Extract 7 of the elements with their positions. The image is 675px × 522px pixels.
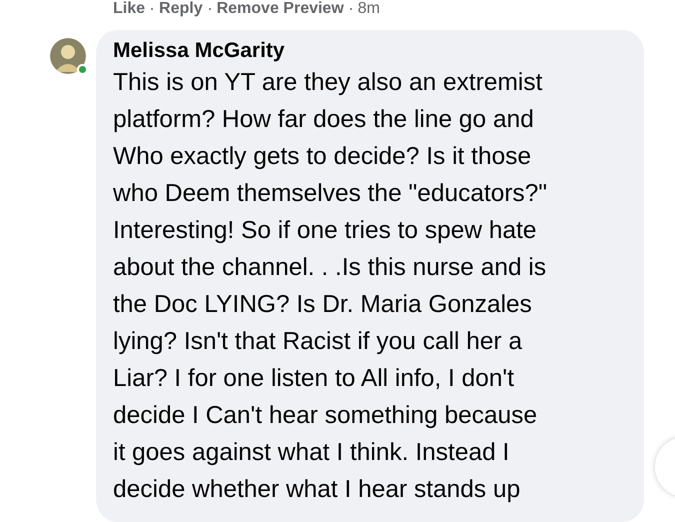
action-link[interactable]: Reply <box>159 0 203 21</box>
action-link[interactable]: Remove Preview <box>216 0 344 21</box>
timestamp[interactable]: 8m <box>358 0 380 21</box>
comment-text: This is on YT are they also an extremist platform? How far does the line go and Who exactly gets to decide? Is it those who Deem themselves the "educators?" Interesting! So if one tries to spew hate about the channel. . .Is this nurse and is the Doc LYING? Is Dr. Maria Gonzales lying? Isn't that Racist if you call her a Liar? I for one listen to All info, I don't decide I Can't hear something because it goes against what I think. Instead I decide whether what I hear stands up <box>113 68 548 505</box>
action-link[interactable]: Like <box>113 0 146 21</box>
author-name[interactable]: Melissa McGarity <box>113 38 644 64</box>
avatar[interactable] <box>50 38 86 74</box>
